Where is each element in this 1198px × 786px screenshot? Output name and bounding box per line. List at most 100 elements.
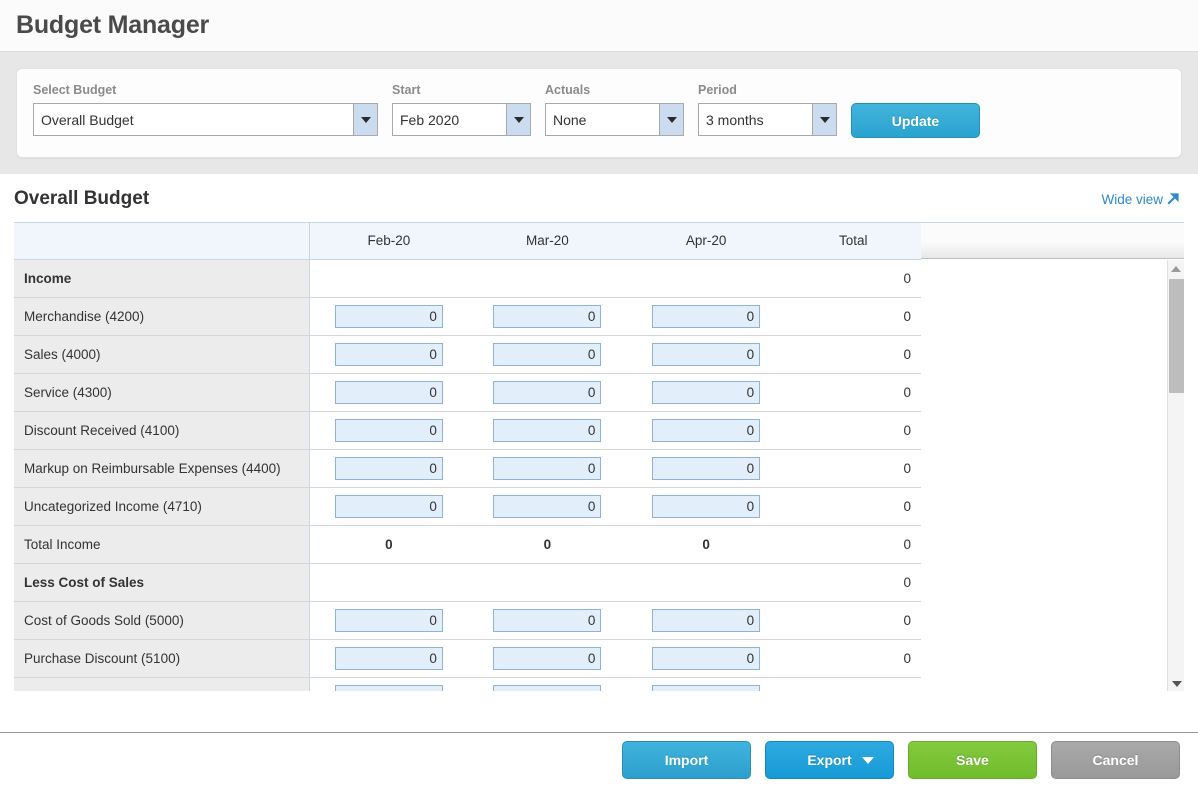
amount-input[interactable]: [334, 304, 443, 328]
row-total: 0: [785, 487, 921, 526]
filter-panel: Select Budget Overall Budget Start Feb 2…: [16, 68, 1182, 158]
amount-input[interactable]: [652, 456, 761, 480]
amount-input[interactable]: [493, 342, 602, 366]
table-row: Merchandise (4200) 0: [14, 297, 921, 336]
start-value: Feb 2020: [400, 111, 460, 128]
start-label: Start: [392, 83, 421, 97]
amount-cell: [468, 297, 627, 336]
scrollbar-thumb[interactable]: [1169, 279, 1184, 393]
cancel-button[interactable]: Cancel: [1051, 740, 1180, 779]
actuals-dropdown[interactable]: None: [545, 103, 684, 136]
row-total: 0: [785, 297, 921, 336]
amount-cell: [309, 563, 469, 602]
amount-cell: [309, 601, 469, 640]
scroll-up-button[interactable]: [1168, 260, 1184, 277]
row-total: 0: [785, 259, 921, 298]
amount-cell: [626, 563, 786, 602]
amount-input[interactable]: [493, 494, 602, 518]
wide-view-link[interactable]: Wide view: [1101, 192, 1184, 208]
export-button[interactable]: Export: [765, 740, 894, 779]
amount-input[interactable]: [652, 684, 761, 691]
amount-input[interactable]: [334, 684, 443, 691]
column-header-apr: Apr-20: [626, 223, 786, 260]
row-total: 0: [785, 563, 921, 602]
amount-cell: [468, 563, 627, 602]
amount-cell: [468, 411, 627, 450]
amount-cell: [468, 601, 627, 640]
row-label: Income: [14, 259, 310, 298]
amount-cell: [309, 373, 469, 412]
amount-cell: [309, 297, 469, 336]
row-total: 0: [785, 411, 921, 450]
period-value: 3 months: [706, 111, 764, 128]
amount-input[interactable]: [652, 494, 761, 518]
select-budget-dropdown[interactable]: Overall Budget: [33, 103, 378, 136]
budget-table: Feb-20 Mar-20 Apr-20 Total Income 0 Mercha…: [14, 223, 921, 691]
row-total: 0: [785, 373, 921, 412]
budget-grid-container: Feb-20 Mar-20 Apr-20 Total Income 0 Mercha…: [14, 222, 1184, 691]
amount-cell: [626, 297, 786, 336]
page-header: Budget Manager: [0, 0, 1198, 52]
column-header-mar: Mar-20: [468, 223, 627, 260]
table-row: Income 0: [14, 259, 921, 298]
amount-input[interactable]: [334, 646, 443, 670]
amount-input[interactable]: [652, 608, 761, 632]
table-header: Feb-20 Mar-20 Apr-20 Total: [14, 223, 921, 260]
amount-cell: [626, 639, 786, 678]
scroll-down-button[interactable]: [1168, 675, 1184, 691]
amount-cell: [626, 335, 786, 374]
select-budget-arrow[interactable]: [353, 104, 377, 135]
amount-cell: [626, 259, 786, 298]
amount-cell: 0: [468, 525, 627, 564]
actuals-arrow[interactable]: [659, 104, 683, 135]
update-button[interactable]: Update: [851, 103, 980, 138]
amount-cell: [309, 677, 469, 691]
amount-input[interactable]: [334, 418, 443, 442]
column-header-total: Total: [785, 223, 921, 260]
export-button-label: Export: [807, 751, 852, 768]
amount-cell: [309, 449, 469, 488]
table-row: Cost of Goods Sold (5000) 0: [14, 601, 921, 640]
table-row: Purchase Discount (5100) 0: [14, 639, 921, 678]
amount-input[interactable]: [334, 456, 443, 480]
amount-input[interactable]: [493, 456, 602, 480]
amount-input[interactable]: [493, 418, 602, 442]
table-row: Subcontractors (5300) 0: [14, 677, 921, 691]
triangle-down-icon: [1171, 680, 1182, 687]
amount-cell: [626, 601, 786, 640]
row-label: Uncategorized Income (4710): [14, 487, 310, 526]
amount-input[interactable]: [334, 342, 443, 366]
row-label: Discount Received (4100): [14, 411, 310, 450]
amount-input[interactable]: [652, 342, 761, 366]
start-arrow[interactable]: [506, 104, 530, 135]
amount-input[interactable]: [493, 646, 602, 670]
vertical-scrollbar[interactable]: [1167, 260, 1184, 691]
row-label: Cost of Goods Sold (5000): [14, 601, 310, 640]
period-dropdown[interactable]: 3 months: [698, 103, 837, 136]
amount-input[interactable]: [652, 418, 761, 442]
amount-input[interactable]: [334, 380, 443, 404]
section-header: Overall Budget Wide view: [14, 174, 1184, 222]
amount-input[interactable]: [493, 608, 602, 632]
row-label: Merchandise (4200): [14, 297, 310, 336]
row-label: Total Income: [14, 525, 310, 564]
table-header-row: Feb-20 Mar-20 Apr-20 Total: [14, 223, 921, 260]
amount-input[interactable]: [493, 380, 602, 404]
amount-input[interactable]: [334, 494, 443, 518]
amount-cell: [626, 411, 786, 450]
start-dropdown[interactable]: Feb 2020: [392, 103, 531, 136]
amount-input[interactable]: [652, 380, 761, 404]
row-label: Less Cost of Sales: [14, 563, 310, 602]
amount-cell: [468, 677, 627, 691]
row-label: Markup on Reimbursable Expenses (4400): [14, 449, 310, 488]
import-button[interactable]: Import: [622, 740, 751, 779]
amount-input[interactable]: [334, 608, 443, 632]
amount-input[interactable]: [493, 684, 602, 691]
amount-input[interactable]: [652, 304, 761, 328]
chevron-down-icon: [862, 756, 874, 764]
table-row: Uncategorized Income (4710) 0: [14, 487, 921, 526]
amount-input[interactable]: [493, 304, 602, 328]
period-arrow[interactable]: [812, 104, 836, 135]
amount-input[interactable]: [652, 646, 761, 670]
save-button[interactable]: Save: [908, 740, 1037, 779]
